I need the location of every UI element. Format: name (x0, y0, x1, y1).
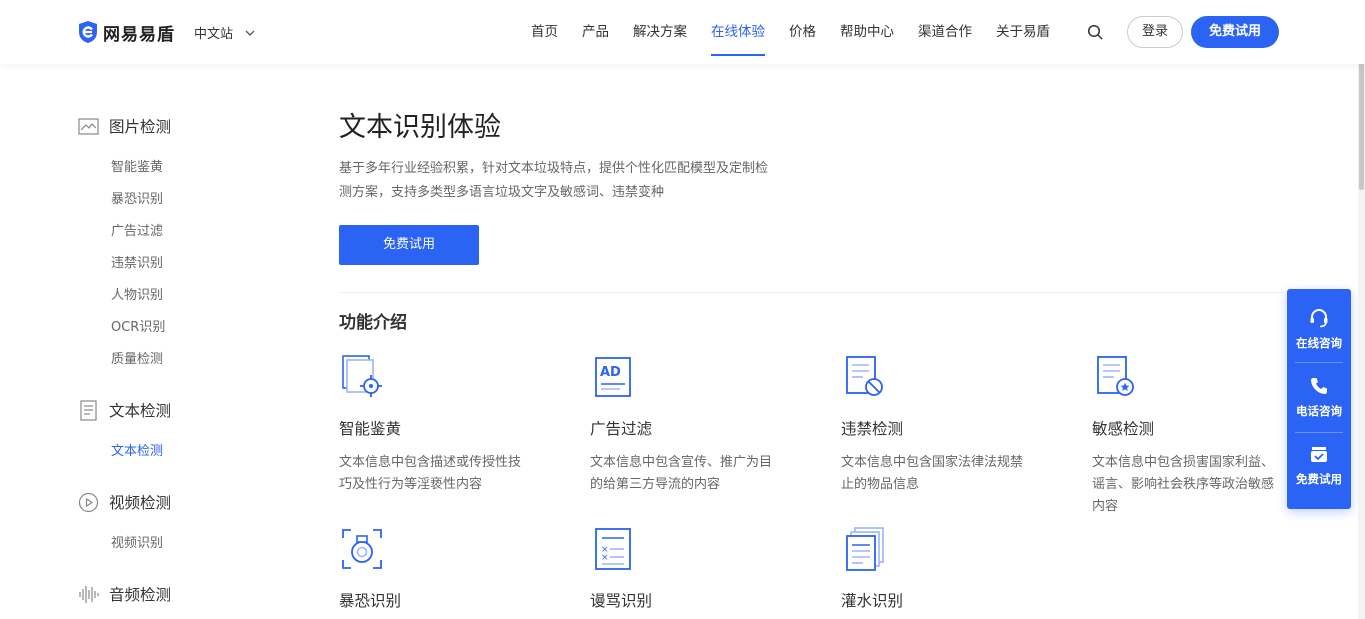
site-switch-label: 中文站 (194, 27, 234, 42)
nav-products[interactable]: 产品 (582, 0, 609, 64)
stacked-documents-icon (846, 527, 884, 571)
main-content: 文本识别体验 基于多年行业经验积累，针对文本垃圾特点，提供个性化匹配模型及定制检… (339, 108, 1284, 614)
sidebar-item-video-recognition[interactable]: 视频识别 (78, 528, 278, 560)
nav-online-demo[interactable]: 在线体验 (711, 0, 765, 64)
sidebar-item-prohibited[interactable]: 违禁识别 (78, 248, 278, 280)
main-nav: 首页 产品 解决方案 在线体验 价格 帮助中心 渠道合作 关于易盾 (531, 0, 1074, 64)
float-item-label: 免费试用 (1296, 472, 1342, 486)
brand-logo[interactable]: 网易易盾 (78, 19, 175, 45)
float-item-label: 在线咨询 (1296, 336, 1342, 350)
search-icon[interactable] (1087, 24, 1103, 40)
feature-name: 智能鉴黄 (339, 420, 402, 438)
feature-name: 灌水识别 (841, 592, 904, 610)
feature-name: 敏感检测 (1092, 420, 1155, 438)
feature-card-abuse: × × 谩骂识别 (590, 526, 790, 612)
checklist-icon: × × (595, 528, 631, 570)
gift-icon (1311, 447, 1327, 462)
svg-text:AD: AD (600, 365, 621, 380)
sidebar-group-audio[interactable]: 音频检测 (78, 578, 278, 610)
image-icon (78, 117, 99, 135)
feature-description: 文本信息中包含宣传、推广为目的给第三方导流的内容 (590, 455, 773, 492)
scrollbar-thumb[interactable] (1359, 60, 1364, 190)
bomb-icon (342, 529, 382, 569)
float-item-label: 电话咨询 (1296, 404, 1342, 418)
sidebar-item-text-detection[interactable]: 文本检测 (78, 436, 278, 468)
nav-help-center[interactable]: 帮助中心 (840, 0, 894, 64)
sidebar-group-video[interactable]: 视频检测 (78, 486, 278, 518)
free-trial-header-button[interactable]: 免费试用 (1191, 16, 1279, 48)
feature-card-spam: 灌水识别 (841, 526, 1041, 612)
target-document-icon (342, 355, 382, 397)
feature-card-porn: 智能鉴黄 文本信息中包含描述或传授性技巧及性行为等淫亵性内容 (339, 354, 539, 496)
page-title: 文本识别体验 (339, 112, 501, 143)
feature-grid: 智能鉴黄 文本信息中包含描述或传授性技巧及性行为等淫亵性内容 AD 广告过滤 文… (339, 354, 1284, 614)
document-icon (80, 399, 97, 421)
phone-icon (1311, 378, 1327, 394)
divider (1295, 362, 1343, 363)
sidebar-group-label: 视频检测 (109, 494, 172, 512)
feature-card-ads: AD 广告过滤 文本信息中包含宣传、推广为目的给第三方导流的内容 (590, 354, 790, 496)
feature-name: 违禁检测 (841, 420, 904, 438)
headset-icon (1310, 309, 1328, 328)
sidebar: 图片检测 智能鉴黄 暴恐识别 广告过滤 违禁识别 人物识别 OCR识别 质量检测… (78, 110, 278, 610)
sidebar-group-text[interactable]: 文本检测 (78, 394, 278, 426)
free-trial-float-button[interactable]: 免费试用 (1287, 433, 1351, 497)
feature-card-sensitive: 敏感检测 文本信息中包含损害国家利益、谣言、影响社会秩序等政治敏感内容 (1092, 354, 1292, 518)
feature-description: 文本信息中包含描述或传授性技巧及性行为等淫亵性内容 (339, 455, 522, 492)
feature-card-prohibited: 违禁检测 文本信息中包含国家法律法规禁止的物品信息 (841, 354, 1041, 496)
login-button[interactable]: 登录 (1127, 16, 1183, 48)
top-header: 网易易盾 中文站 首页 产品 解决方案 在线体验 价格 帮助中心 渠道合作 关于… (0, 0, 1365, 64)
feature-description: 文本信息中包含国家法律法规禁止的物品信息 (841, 455, 1024, 492)
section-title: 功能介绍 (339, 313, 407, 333)
nav-about[interactable]: 关于易盾 (996, 0, 1050, 64)
sidebar-group-label: 图片检测 (109, 118, 172, 136)
feature-name: 谩骂识别 (590, 592, 653, 610)
sidebar-item-ads[interactable]: 广告过滤 (78, 216, 278, 248)
free-trial-button[interactable]: 免费试用 (339, 225, 479, 265)
nav-home[interactable]: 首页 (531, 0, 558, 64)
brand-name: 网易易盾 (103, 24, 175, 45)
feature-description: 文本信息中包含损害国家利益、谣言、影响社会秩序等政治敏感内容 (1092, 455, 1275, 514)
feature-name: 广告过滤 (590, 420, 653, 438)
star-document-icon (1097, 356, 1134, 396)
chevron-down-icon (245, 30, 255, 36)
page-description: 基于多年行业经验积累，针对文本垃圾特点，提供个性化匹配模型及定制检测方案，支持多… (339, 161, 769, 200)
ad-icon: AD (595, 357, 631, 397)
phone-consult-button[interactable]: 电话咨询 (1287, 365, 1351, 429)
feature-card-terror: 暴恐识别 (339, 526, 539, 612)
sidebar-group-image[interactable]: 图片检测 (78, 110, 278, 142)
sidebar-item-terror[interactable]: 暴恐识别 (78, 184, 278, 216)
sidebar-item-ocr[interactable]: OCR识别 (78, 312, 278, 344)
svg-text:×: × (601, 553, 609, 563)
site-switch-dropdown[interactable]: 中文站 (194, 23, 255, 42)
sidebar-group-label: 音频检测 (109, 586, 172, 604)
nav-solutions[interactable]: 解决方案 (633, 0, 687, 64)
sidebar-group-label: 文本检测 (109, 402, 172, 420)
nav-pricing[interactable]: 价格 (789, 0, 816, 64)
feature-name: 暴恐识别 (339, 592, 402, 610)
audio-wave-icon (79, 585, 99, 603)
prohibited-document-icon (846, 356, 883, 396)
floating-contact-panel: 在线咨询 电话咨询 免费试用 (1287, 289, 1351, 509)
play-icon (78, 492, 99, 512)
nav-channel-partners[interactable]: 渠道合作 (918, 0, 972, 64)
online-consult-button[interactable]: 在线咨询 (1287, 297, 1351, 361)
sidebar-item-person[interactable]: 人物识别 (78, 280, 278, 312)
shield-logo-icon (79, 21, 97, 43)
sidebar-item-quality[interactable]: 质量检测 (78, 344, 278, 376)
divider (339, 292, 1284, 293)
sidebar-item-porn[interactable]: 智能鉴黄 (78, 152, 278, 184)
